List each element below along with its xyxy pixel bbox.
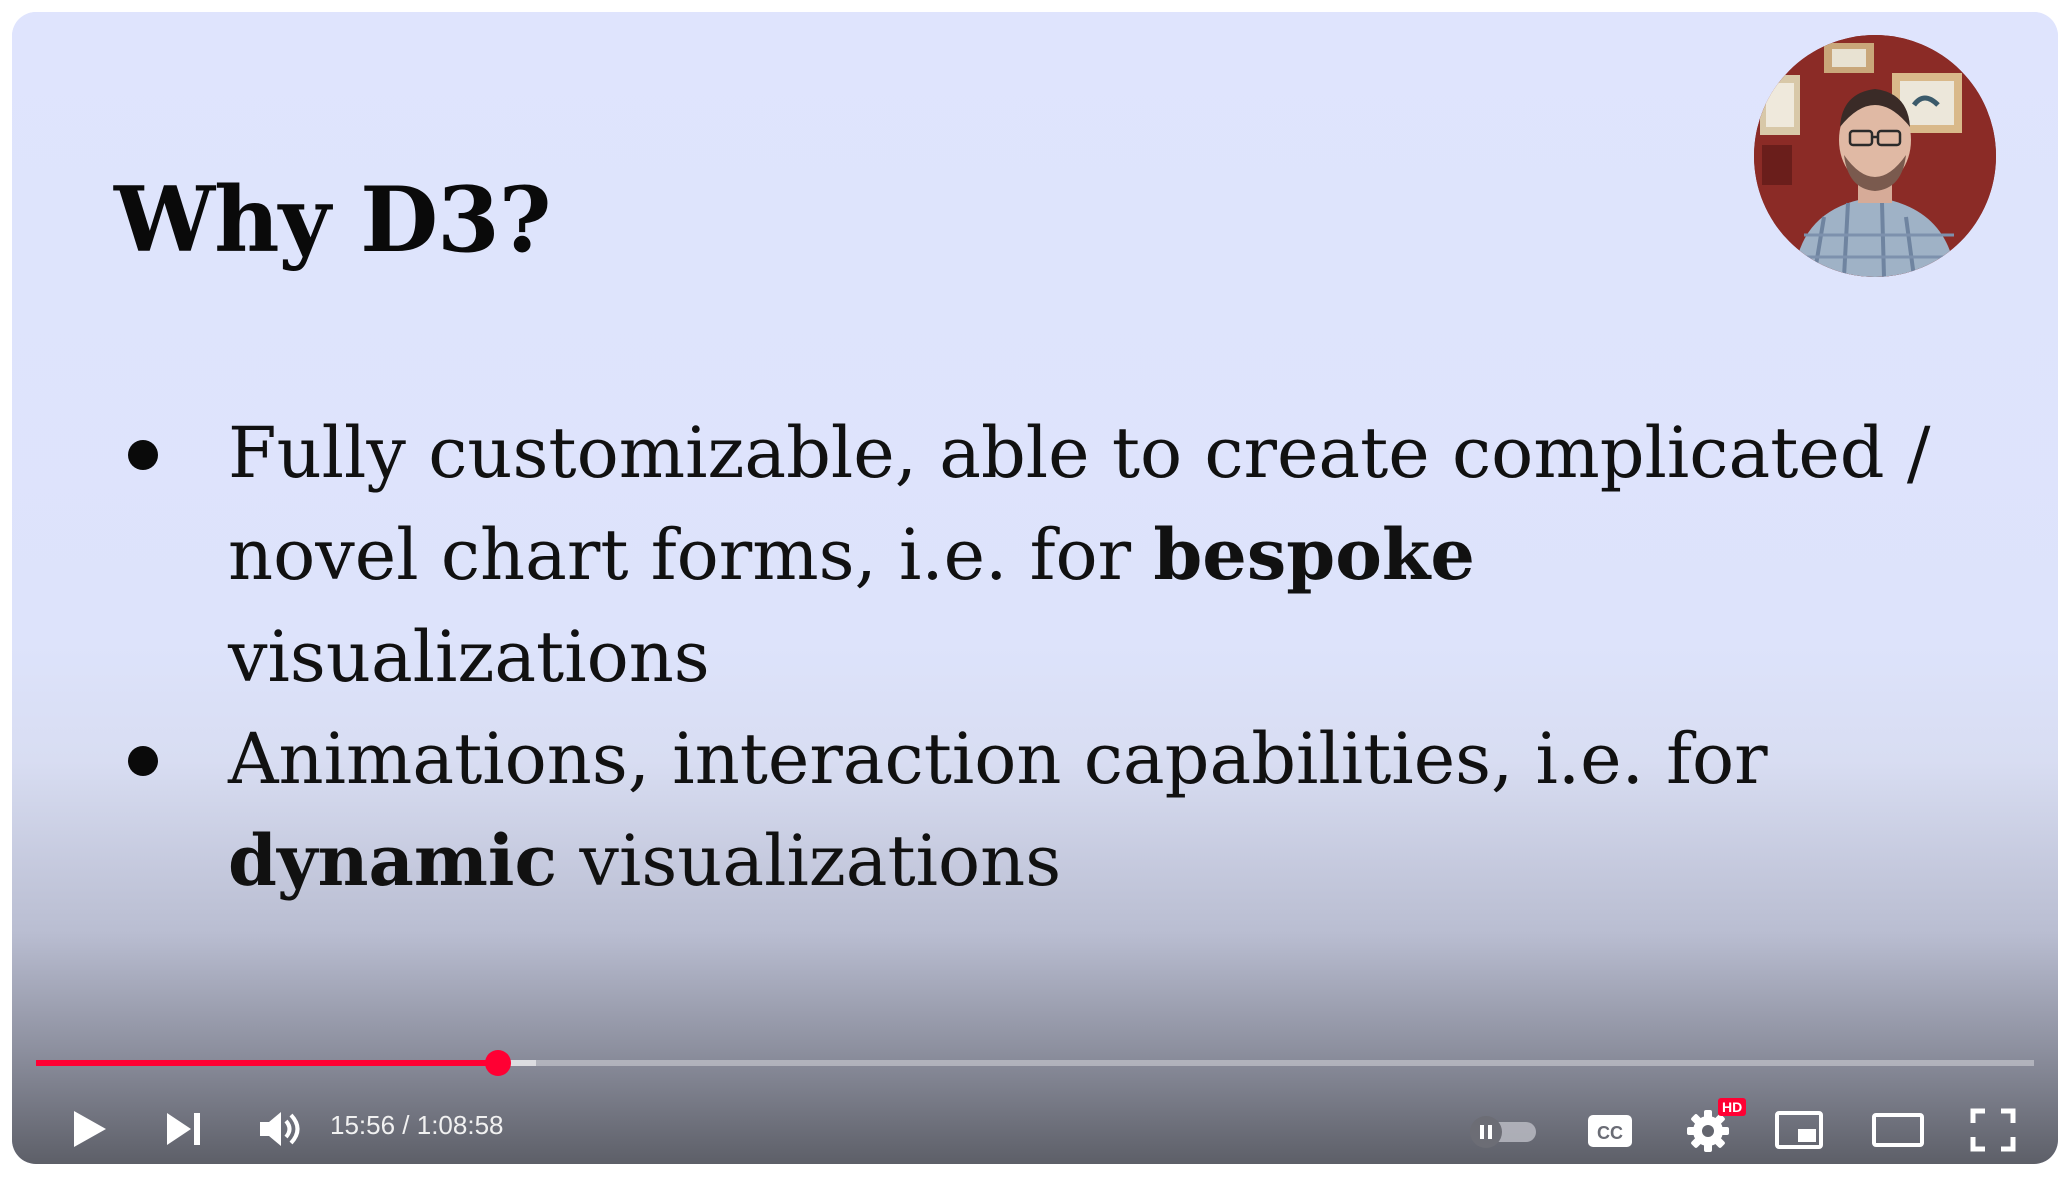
current-time: 15:56 bbox=[330, 1110, 396, 1140]
bullet-text: visualizations bbox=[228, 616, 710, 698]
slide-bullet: Animations, interaction capabilities, i.… bbox=[124, 708, 1944, 912]
slide-title: Why D3? bbox=[114, 167, 552, 273]
presenter-webcam bbox=[1754, 35, 1996, 277]
bullet-text: visualizations bbox=[557, 820, 1062, 902]
bullet-emphasis: bespoke bbox=[1153, 513, 1475, 596]
play-icon bbox=[74, 1111, 106, 1147]
slide-bullet-list: Fully customizable, able to create compl… bbox=[124, 402, 1944, 912]
time-separator: / bbox=[395, 1110, 417, 1140]
progress-bar[interactable] bbox=[36, 1050, 2034, 1076]
time-display: 15:56 / 1:08:58 bbox=[330, 1110, 504, 1141]
captions-icon: CC bbox=[1588, 1115, 1632, 1147]
autoplay-toggle-icon bbox=[1470, 1116, 1536, 1148]
bullet-text: Animations, interaction capabilities, i.… bbox=[228, 718, 1768, 800]
hd-badge: HD bbox=[1718, 1098, 1747, 1116]
bullet-text: Fully customizable, able to create compl… bbox=[228, 412, 1931, 596]
autoplay-toggle[interactable] bbox=[1464, 1108, 1544, 1154]
theater-mode-icon bbox=[1872, 1113, 1924, 1147]
theater-mode-button[interactable] bbox=[1864, 1104, 1932, 1156]
total-duration: 1:08:58 bbox=[416, 1110, 504, 1140]
progress-played bbox=[36, 1060, 498, 1066]
next-button[interactable] bbox=[154, 1104, 214, 1154]
miniplayer-button[interactable] bbox=[1768, 1104, 1830, 1156]
bullet-emphasis: dynamic bbox=[228, 819, 558, 902]
fullscreen-button[interactable] bbox=[1962, 1104, 2024, 1156]
bullet-dot-icon bbox=[128, 440, 158, 470]
progress-scrubber-handle[interactable] bbox=[484, 1050, 511, 1076]
volume-icon bbox=[260, 1112, 300, 1146]
fullscreen-icon bbox=[1970, 1108, 2016, 1152]
bullet-dot-icon bbox=[128, 746, 158, 776]
slide-bullet: Fully customizable, able to create compl… bbox=[124, 402, 1944, 708]
play-button[interactable] bbox=[60, 1104, 120, 1154]
video-player[interactable]: Why D3? Fully customizable, able to crea… bbox=[12, 12, 2058, 1164]
volume-button[interactable] bbox=[250, 1104, 310, 1154]
captions-button[interactable]: CC bbox=[1580, 1106, 1640, 1156]
next-icon bbox=[167, 1113, 200, 1145]
presenter-image bbox=[1754, 35, 1996, 277]
miniplayer-icon bbox=[1775, 1111, 1823, 1149]
svg-text:CC: CC bbox=[1597, 1123, 1623, 1143]
video-frame[interactable]: Why D3? Fully customizable, able to crea… bbox=[12, 12, 2058, 1164]
